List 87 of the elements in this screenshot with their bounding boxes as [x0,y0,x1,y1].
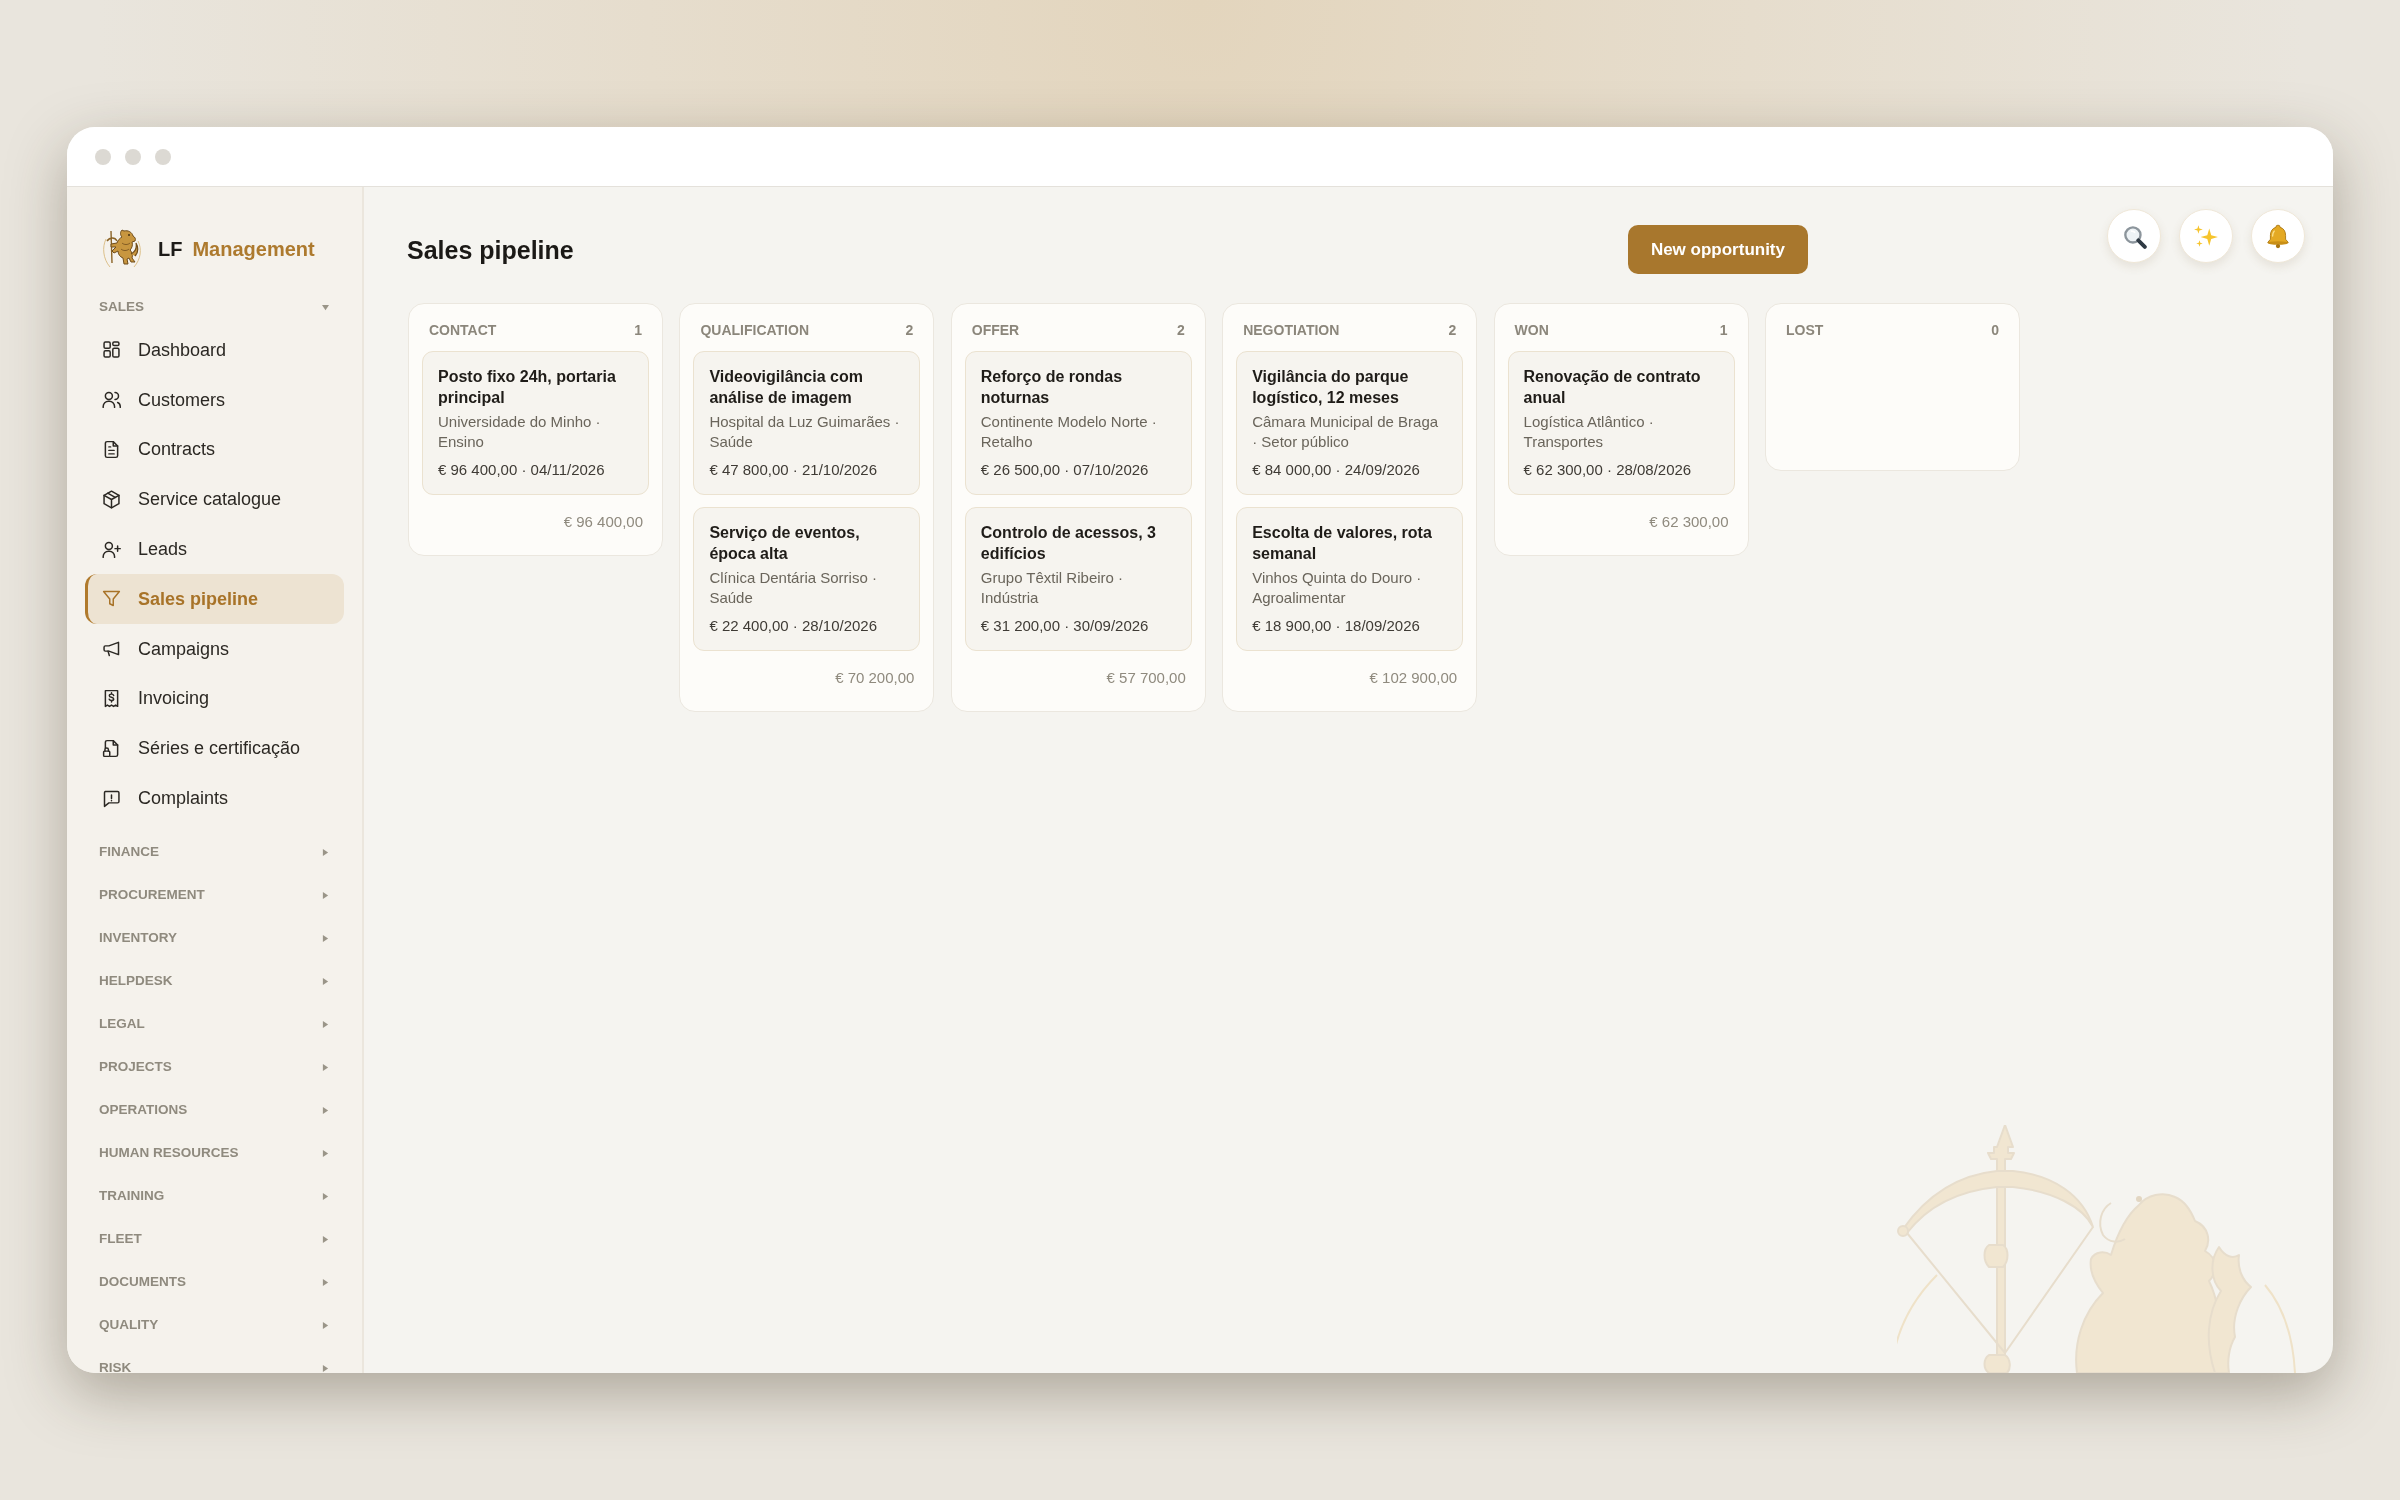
nav-item[interactable]: Contracts [85,424,344,475]
card-amount-date: € 18 900,00 · 18/09/2026 [1252,616,1421,636]
column-title: OFFER [971,321,1020,339]
opportunity-card[interactable]: Controlo de acessos, 3 edifícios Grupo Têxtil Ribeiro · Indústria € 31 200,00 · 30/09/2026 [964,507,1192,651]
sparkles-icon [2193,224,2219,248]
bell-icon [2265,223,2291,249]
card-company: Logística Atlântico · Transportes [1523,412,1655,452]
card-title: Renovação de contrato anual [1523,367,1702,408]
card-title: Videovigilância com análise de imagem [709,367,864,408]
section-label: LEGAL [99,1016,145,1033]
notifications-button[interactable] [2251,209,2305,263]
section-label: HUMAN RESOURCES [99,1145,239,1162]
opportunity-card[interactable]: Escolta de valores, rota semanal Vinhos Quinta do Douro · Agroalimentar € 18 900,00 · 18/09/2026 [1236,507,1464,651]
brand-name: Management [192,237,315,262]
new-opportunity-button[interactable]: New opportunity [1627,225,1808,274]
card-company: Grupo Têxtil Ribeiro · Indústria [980,568,1125,608]
window-control-icon[interactable] [155,148,171,165]
search-button[interactable] [2107,209,2161,263]
section-label: DOCUMENTS [99,1274,186,1291]
card-title: Escolta de valores, rota semanal [1252,523,1433,564]
window-control-icon[interactable] [95,148,111,165]
section-label: OPERATIONS [99,1102,188,1119]
column-count: 2 [1448,321,1457,339]
section-label: QUALITY [99,1317,159,1334]
opportunity-card[interactable]: Posto fixo 24h, portaria principal Universidade do Minho · Ensino € 96 400,00 · 04/11/2026 [422,351,649,495]
nav-item[interactable]: Leads [85,524,344,574]
nav-item[interactable]: Customers [85,374,344,425]
card-company: Vinhos Quinta do Douro · Agroalimentar [1252,568,1423,608]
column-title: WON [1514,321,1549,339]
card-amount-date: € 22 400,00 · 28/10/2026 [709,616,879,636]
nav-item[interactable]: Invoicing [85,673,344,724]
card-amount-date: € 84 000,00 · 24/09/2026 [1252,460,1421,480]
section-label: INVENTORY [99,930,177,947]
column-count: 1 [634,321,642,339]
column-count: 2 [905,321,914,339]
users-icon [101,389,122,411]
section-label: FINANCE [99,844,159,861]
column-total: € 57 700,00 [1106,668,1186,688]
section-label: PROJECTS [99,1059,172,1076]
column-total: € 102 900,00 [1369,668,1458,688]
search-icon [2121,223,2147,249]
column-count: 0 [1991,321,1999,339]
opportunity-card[interactable]: Reforço de rondas noturnas Continente Modelo Norte · Retalho € 26 500,00 · 07/10/2026 [964,351,1192,495]
card-company: Clínica Dentária Sorriso · Saúde [709,568,878,608]
opportunity-card[interactable]: Videovigilância com análise de imagem Hospital da Luz Guimarães · Saúde € 47 800,00 · 21/10/2026 [693,351,921,495]
brand-initials: LF [158,237,183,262]
column-title: NEGOTIATION [1243,321,1340,339]
card-amount-date: € 96 400,00 · 04/11/2026 [438,460,606,480]
card-title: Reforço de rondas noturnas [980,367,1124,408]
cube-icon [101,488,122,510]
sparkles-button[interactable] [2179,209,2233,263]
card-title: Vigilância do parque logístico, 12 meses [1252,367,1410,408]
card-company: Hospital da Luz Guimarães · Saúde [709,412,901,452]
card-title: Serviço de eventos, época alta [709,523,861,564]
section-label: TRAINING [99,1188,165,1205]
card-title: Controlo de acessos, 3 edifícios [980,523,1157,564]
card-amount-date: € 26 500,00 · 07/10/2026 [980,460,1150,480]
card-amount-date: € 62 300,00 · 28/08/2026 [1523,460,1693,480]
section-label: RISK [99,1360,132,1373]
section-label: FLEET [99,1231,142,1248]
opportunity-card[interactable]: Serviço de eventos, época alta Clínica Dentária Sorriso · Saúde € 22 400,00 · 28/10/2026 [693,507,921,651]
page-title: Sales pipeline [407,235,574,265]
section-label: PROCUREMENT [99,887,205,904]
window-control-icon[interactable] [125,148,141,165]
grid-icon [101,339,122,361]
column-title: CONTACT [429,321,497,339]
column-count: 2 [1177,321,1185,339]
column-total: € 70 200,00 [835,668,915,688]
card-company: Continente Modelo Norte · Retalho [980,412,1158,452]
section-label: SALES [99,299,144,315]
opportunity-card[interactable]: Renovação de contrato anual Logística Atlântico · Transportes € 62 300,00 · 28/08/2026 [1507,351,1735,495]
column-title: LOST [1785,321,1824,339]
column-count: 1 [1719,321,1728,339]
section-label: HELPDESK [99,973,173,990]
opportunity-card[interactable]: Vigilância do parque logístico, 12 meses Câmara Municipal de Braga · Setor público € 84 000,00 · 24/09/2026 [1236,351,1464,495]
column-total: € 62 300,00 [1649,512,1729,532]
nav-item[interactable]: Séries e certificação [85,723,344,774]
card-amount-date: € 47 800,00 · 21/10/2026 [709,460,879,480]
card-company: Universidade do Minho · Ensino [438,412,602,452]
nav-item[interactable]: Complaints [85,773,344,823]
card-title: Posto fixo 24h, portaria principal [438,367,617,408]
card-company: Câmara Municipal de Braga · Setor público [1252,412,1440,452]
column-title: QUALIFICATION [700,321,809,339]
column-total: € 96 400,00 [563,512,643,532]
nav-item[interactable]: Campaigns [85,623,344,674]
card-amount-date: € 31 200,00 · 30/09/2026 [980,616,1150,636]
nav-item[interactable]: Service catalogue [85,474,344,525]
